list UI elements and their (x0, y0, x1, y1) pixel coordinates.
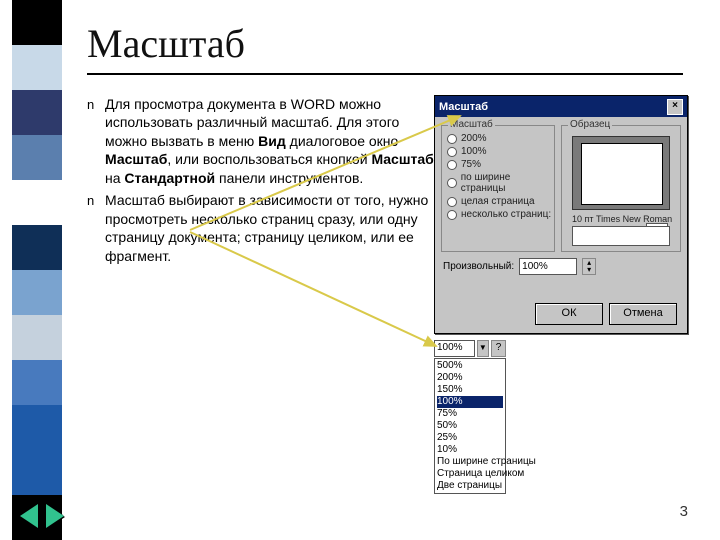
page-preview (572, 136, 670, 210)
group-label: Образец (568, 119, 612, 130)
cancel-button[interactable]: Отмена (609, 303, 677, 325)
preview-page (581, 143, 663, 205)
list-item[interactable]: 25% (437, 432, 503, 444)
next-slide-icon[interactable] (46, 504, 64, 528)
dialog-title-text: Масштаб (439, 101, 488, 113)
radio-option[interactable]: целая страница (447, 196, 554, 207)
arbitrary-zoom-row: Произвольный: 100% ▴▾ (443, 258, 596, 275)
list-item[interactable]: 500% (437, 360, 503, 372)
list-item[interactable]: 200% (437, 372, 503, 384)
slide-nav (20, 504, 64, 528)
preview-group: Образец 10 пт Times New Roman (561, 125, 681, 252)
list-item[interactable]: 50% (437, 420, 503, 432)
radio-option[interactable]: несколько страниц: (447, 209, 554, 220)
zoom-options-group: Масштаб 200%100%75%по ширине страницыцел… (441, 125, 555, 252)
list-item[interactable]: 10% (437, 444, 503, 456)
sample-font-label: 10 пт Times New Roman (572, 214, 672, 224)
group-label: Масштаб (448, 119, 495, 130)
zoom-dialog: Масштаб × Масштаб 200% 100% 75% по ширине с… (434, 95, 688, 334)
close-icon[interactable]: × (667, 99, 683, 115)
list-item[interactable]: Две страницы (437, 480, 503, 492)
zoom-combo[interactable]: 100% (434, 340, 475, 357)
zoom-toolbar-dropdown: 100% ▼ ? 500%200%150%100%75%50%25%10%По … (434, 340, 506, 494)
list-item[interactable]: Страница целиком (437, 468, 503, 480)
slide-title: Масштаб (87, 20, 245, 67)
prev-slide-icon[interactable] (20, 504, 38, 528)
list-item[interactable]: 150% (437, 384, 503, 396)
title-underline (87, 73, 683, 75)
zoom-dropdown-list[interactable]: 500%200%150%100%75%50%25%10%По ширине ст… (434, 358, 506, 494)
dialog-titlebar: Масштаб × (435, 96, 687, 117)
radio-option[interactable]: 200% (447, 133, 554, 144)
bullet-icon: n (87, 95, 105, 187)
list-item[interactable]: 75% (437, 408, 503, 420)
radio-option[interactable]: 75% (447, 159, 554, 170)
spinner-icon[interactable]: ▴▾ (582, 258, 596, 275)
sample-box (572, 226, 670, 246)
body-text: nДля просмотра документа в WORD можно ис… (87, 95, 444, 269)
bullet-icon: n (87, 191, 105, 265)
radio-option[interactable]: по ширине страницы (447, 172, 554, 194)
list-item[interactable]: По ширине страницы (437, 456, 503, 468)
decorative-stripe (12, 0, 62, 540)
chevron-down-icon[interactable]: ▼ (477, 340, 489, 357)
bullet-text: Для просмотра документа в WORD можно исп… (105, 95, 444, 187)
bullet-text: Масштаб выбирают в зависимости от того, … (105, 191, 444, 265)
list-item[interactable]: 100% (437, 396, 503, 408)
page-number: 3 (680, 503, 688, 520)
radio-option[interactable]: 100% (447, 146, 554, 157)
help-icon[interactable]: ? (491, 340, 506, 357)
arbitrary-label: Произвольный: (443, 261, 514, 272)
arbitrary-input[interactable]: 100% (519, 258, 577, 275)
radio-list: 200% 100% 75% по ширине страницы целая стран… (442, 133, 554, 220)
ok-button[interactable]: ОК (535, 303, 603, 325)
